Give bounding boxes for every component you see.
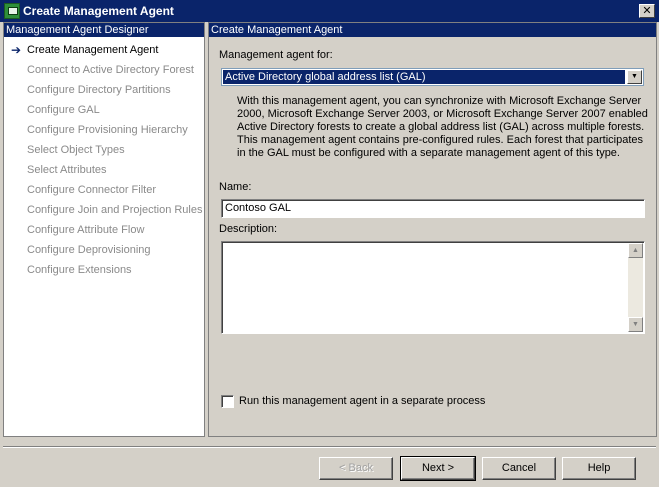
step-label: Create Management Agent [27,44,159,56]
step-label: Configure Provisioning Hierarchy [27,124,188,136]
step-connect-to-ad-forest: Connect to Active Directory Forest [4,60,204,80]
close-button[interactable]: ✕ [639,4,655,18]
agent-for-label: Management agent for: [219,49,333,61]
step-label: Select Object Types [27,144,125,156]
separate-process-checkbox[interactable] [221,395,234,408]
footer-divider [3,446,656,448]
create-agent-form-panel: Create Management Agent Management agent… [208,22,657,437]
close-icon: ✕ [642,5,652,17]
help-button[interactable]: Help [562,457,636,480]
step-configure-attribute-flow: Configure Attribute Flow [4,220,204,240]
step-label: Configure Attribute Flow [27,224,145,236]
step-configure-extensions: Configure Extensions [4,260,204,280]
step-select-attributes: Select Attributes [4,160,204,180]
step-configure-connector-filter: Configure Connector Filter [4,180,204,200]
window-title: Create Management Agent [23,4,174,18]
description-scrollbar[interactable]: ▲ ▼ [628,243,643,332]
designer-steps-list: ➔ Create Management Agent Connect to Act… [4,40,204,280]
step-configure-directory-partitions: Configure Directory Partitions [4,80,204,100]
name-label: Name: [219,181,252,193]
step-configure-provisioning-hierarchy: Configure Provisioning Hierarchy [4,120,204,140]
step-label: Connect to Active Directory Forest [27,64,194,76]
form-panel-header: Create Management Agent [209,23,656,37]
dropdown-arrow-icon[interactable]: ▼ [627,70,642,84]
separate-process-label[interactable]: Run this management agent in a separate … [239,395,485,407]
description-textarea[interactable]: ▲ ▼ [221,241,645,334]
step-label: Configure Deprovisioning [27,244,151,256]
step-configure-gal: Configure GAL [4,100,204,120]
step-select-object-types: Select Object Types [4,140,204,160]
name-input[interactable]: Contoso GAL [221,199,645,218]
current-step-arrow-icon: ➔ [11,43,22,57]
back-button[interactable]: < Back [319,457,393,480]
cancel-button[interactable]: Cancel [482,457,556,480]
step-label: Select Attributes [27,164,107,176]
agent-type-dropdown[interactable]: Active Directory global address list (GA… [221,68,644,86]
step-label: Configure Connector Filter [27,184,157,196]
create-management-agent-dialog: Create Management Agent ✕ Management Age… [0,0,659,487]
scroll-down-icon[interactable]: ▼ [628,317,643,332]
next-button[interactable]: Next > [400,456,476,481]
step-label: Configure Directory Partitions [27,84,171,96]
step-label: Configure Join and Projection Rules [27,204,203,216]
designer-steps-panel: Management Agent Designer ➔ Create Manag… [3,22,205,437]
step-configure-deprovisioning: Configure Deprovisioning [4,240,204,260]
step-configure-join-projection-rules: Configure Join and Projection Rules [4,200,204,220]
agent-type-description: With this management agent, you can sync… [237,95,648,159]
app-icon [4,3,20,19]
step-label: Configure GAL [27,104,100,116]
step-label: Configure Extensions [27,264,132,276]
description-label: Description: [219,223,278,235]
designer-panel-header: Management Agent Designer [4,23,204,37]
title-bar[interactable]: Create Management Agent ✕ [0,0,659,22]
scroll-up-icon[interactable]: ▲ [628,243,643,258]
agent-type-selected-value: Active Directory global address list (GA… [223,70,625,84]
step-create-management-agent[interactable]: ➔ Create Management Agent [4,40,204,60]
